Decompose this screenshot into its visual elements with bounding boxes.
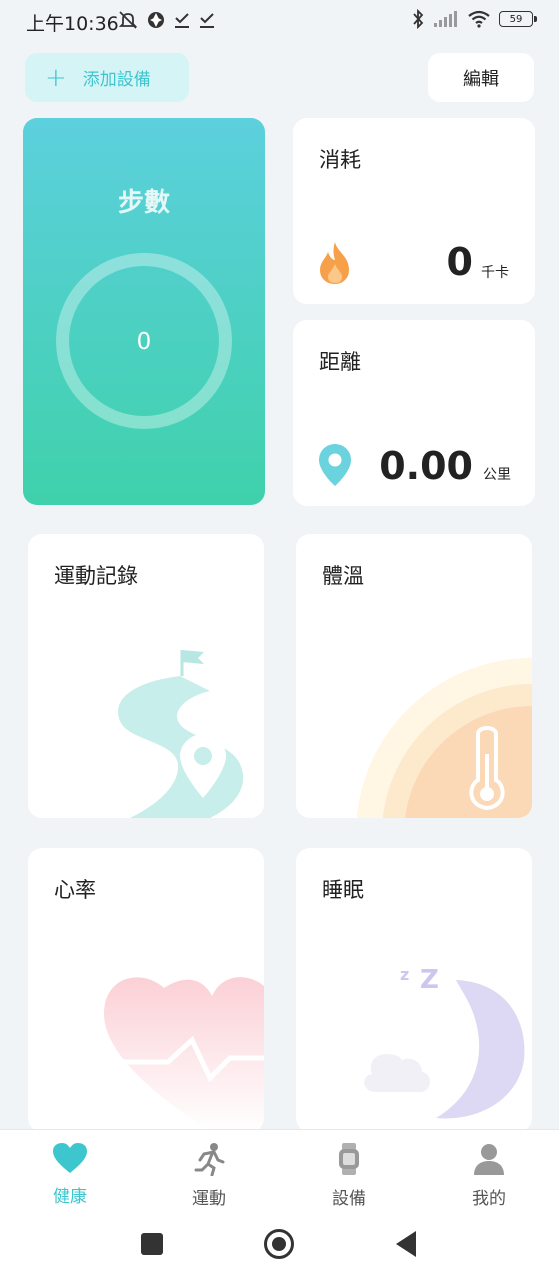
back-icon[interactable] bbox=[394, 1230, 418, 1258]
tab-health-label: 健康 bbox=[53, 1187, 87, 1207]
tab-device[interactable]: 設備 bbox=[309, 1142, 389, 1209]
status-bar: 上午10:36 59 bbox=[0, 0, 559, 42]
add-device-label: 添加設備 bbox=[82, 70, 151, 90]
body-temp-card[interactable]: 體溫 bbox=[296, 534, 532, 818]
moon-illustration: z Z bbox=[364, 965, 525, 1119]
edit-label: 編輯 bbox=[463, 68, 499, 90]
distance-unit: 公里 bbox=[483, 467, 511, 483]
plus-icon: + bbox=[45, 62, 67, 93]
check-download-icon bbox=[175, 13, 189, 28]
edit-button[interactable]: 編輯 bbox=[428, 53, 534, 102]
recent-apps-icon[interactable] bbox=[140, 1232, 164, 1256]
aperture-icon bbox=[148, 12, 164, 28]
steps-card[interactable]: 步數 0 bbox=[23, 118, 265, 505]
heart-rate-title: 心率 bbox=[54, 878, 96, 902]
steps-title: 步數 bbox=[117, 188, 170, 218]
sleep-title: 睡眠 bbox=[322, 878, 364, 902]
add-device-button[interactable]: + 添加設備 bbox=[25, 53, 189, 102]
bluetooth-icon bbox=[413, 9, 424, 29]
heart-illustration bbox=[104, 977, 264, 1132]
battery-level: 59 bbox=[509, 13, 523, 25]
exercise-record-card[interactable]: 運動記錄 bbox=[28, 534, 264, 818]
user-icon bbox=[474, 1144, 504, 1175]
status-time: 上午10:36 bbox=[26, 13, 119, 35]
status-right-icons: 59 bbox=[411, 9, 537, 29]
thermometer-illustration bbox=[356, 658, 532, 818]
heart-rate-card[interactable]: 心率 bbox=[28, 848, 264, 1132]
watch-icon bbox=[339, 1143, 359, 1175]
mute-icon bbox=[118, 11, 138, 29]
steps-value: 0 bbox=[136, 329, 152, 355]
tab-health[interactable]: 健康 bbox=[30, 1142, 110, 1207]
sleep-card[interactable]: 睡眠 z Z bbox=[296, 848, 532, 1132]
tab-exercise-label: 運動 bbox=[192, 1189, 226, 1209]
system-nav-bar bbox=[0, 1217, 559, 1280]
distance-card[interactable]: 距離 0.00 公里 bbox=[293, 320, 535, 506]
distance-title: 距離 bbox=[319, 350, 361, 374]
svg-text:Z: Z bbox=[420, 965, 439, 995]
status-left-icons bbox=[117, 10, 216, 30]
tab-device-label: 設備 bbox=[332, 1189, 366, 1209]
tab-profile-label: 我的 bbox=[472, 1189, 506, 1209]
winding-road-illustration bbox=[118, 650, 244, 818]
exercise-record-title: 運動記錄 bbox=[54, 564, 138, 588]
svg-text:z: z bbox=[400, 965, 409, 984]
location-pin-icon bbox=[319, 444, 351, 486]
heart-icon bbox=[53, 1143, 87, 1173]
bottom-tab-bar: 健康 運動 設備 我的 bbox=[0, 1129, 559, 1217]
calories-unit: 千卡 bbox=[481, 265, 509, 281]
tab-profile[interactable]: 我的 bbox=[449, 1142, 529, 1209]
battery-icon: 59 bbox=[499, 11, 537, 27]
calories-value: 0 bbox=[446, 240, 473, 284]
flame-icon bbox=[320, 242, 349, 284]
calories-title: 消耗 bbox=[319, 148, 361, 172]
body-temp-title: 體溫 bbox=[322, 564, 364, 588]
calories-card[interactable]: 消耗 0 千卡 bbox=[293, 118, 535, 304]
distance-value: 0.00 bbox=[379, 444, 473, 488]
running-icon bbox=[194, 1143, 225, 1177]
check-download-icon bbox=[200, 13, 214, 28]
tab-exercise[interactable]: 運動 bbox=[169, 1142, 249, 1209]
home-icon[interactable] bbox=[263, 1228, 295, 1260]
wifi-icon bbox=[468, 10, 490, 28]
signal-icon bbox=[434, 11, 457, 27]
